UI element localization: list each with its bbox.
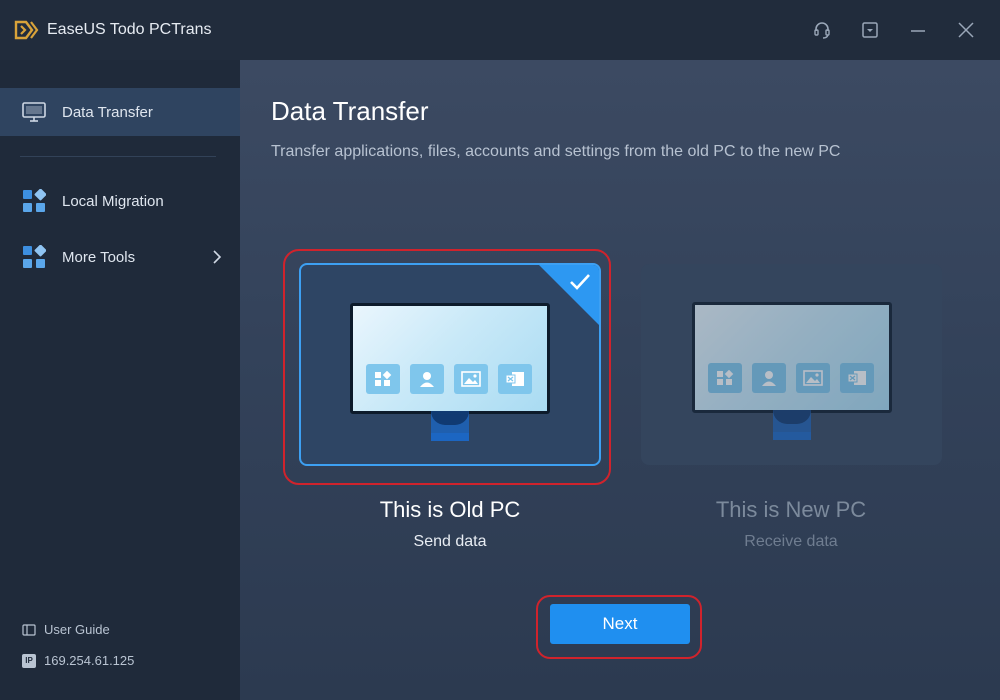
image-icon <box>795 363 830 393</box>
minimize-button[interactable] <box>904 16 932 44</box>
minimize-icon <box>911 30 925 32</box>
support-button[interactable] <box>808 16 836 44</box>
ip-address: 169.254.61.125 <box>44 653 135 668</box>
sidebar-divider <box>20 156 216 157</box>
new-pc-card[interactable] <box>641 264 942 465</box>
user-icon <box>751 363 786 393</box>
menu-dropdown-icon <box>862 22 878 38</box>
apps-icon <box>366 364 400 394</box>
sidebar-item-label: More Tools <box>62 248 136 266</box>
monitor-illustration <box>691 302 892 440</box>
sidebar: Data Transfer Local Migration More Tools… <box>0 60 240 700</box>
title-bar: EaseUS Todo PCTrans <box>0 0 1000 60</box>
ip-badge-icon: IP <box>22 653 36 668</box>
sidebar-item-data-transfer[interactable]: Data Transfer <box>0 88 240 136</box>
new-pc-subtitle: Receive data <box>744 533 838 550</box>
apps-grid-icon <box>23 245 46 268</box>
close-icon <box>958 22 974 38</box>
close-button[interactable] <box>952 16 980 44</box>
excel-file-icon <box>839 363 874 393</box>
headset-icon <box>814 22 830 39</box>
book-icon <box>22 623 36 636</box>
sidebar-item-label: Data Transfer <box>62 103 153 121</box>
chevron-right-icon <box>213 250 222 264</box>
sidebar-item-label: Local Migration <box>62 192 164 210</box>
main-panel: Data Transfer Transfer applications, fil… <box>240 60 1000 700</box>
sidebar-item-more-tools[interactable]: More Tools <box>0 233 240 281</box>
excel-file-icon <box>498 364 532 394</box>
user-icon <box>410 364 444 394</box>
monitor-icon <box>22 102 46 122</box>
next-button[interactable]: Next <box>550 604 690 644</box>
app-title: EaseUS Todo PCTrans <box>47 21 212 38</box>
checkmark-icon <box>570 274 590 290</box>
image-icon <box>454 364 488 394</box>
monitor-illustration <box>350 303 550 441</box>
user-guide-link[interactable]: User Guide <box>22 622 110 637</box>
apps-icon <box>707 363 742 393</box>
app-logo-icon <box>14 20 39 40</box>
old-pc-card[interactable] <box>299 263 601 466</box>
sidebar-item-local-migration[interactable]: Local Migration <box>0 177 240 225</box>
old-pc-subtitle: Send data <box>413 533 487 550</box>
new-pc-title: This is New PC <box>715 497 867 522</box>
page-title: Data Transfer <box>271 96 429 126</box>
apps-grid-icon <box>23 189 46 212</box>
ip-address-row: IP 169.254.61.125 <box>22 653 134 668</box>
user-guide-label: User Guide <box>44 622 110 637</box>
menu-button[interactable] <box>856 16 884 44</box>
page-subtitle: Transfer applications, files, accounts a… <box>271 143 841 160</box>
old-pc-title: This is Old PC <box>379 497 521 522</box>
